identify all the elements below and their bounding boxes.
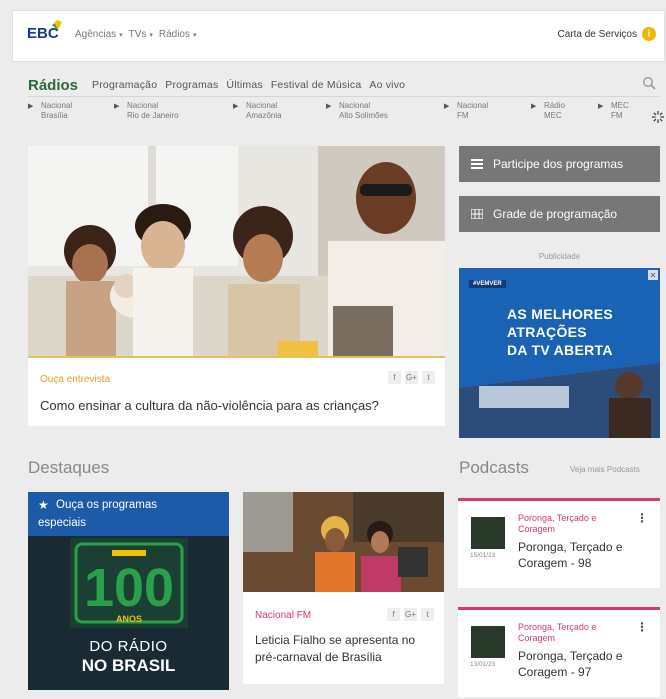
grid-icon xyxy=(471,209,483,219)
card-line-1: DO RÁDIO xyxy=(89,638,168,655)
share-buttons: f G+ t xyxy=(387,608,434,621)
play-icon: ▶ xyxy=(28,103,34,110)
nav-programas[interactable]: Programas xyxy=(165,79,218,91)
play-icon: ▶ xyxy=(114,103,120,110)
ad-label: Publicidade xyxy=(538,252,581,261)
podcast-title[interactable]: Poronga, Terçado e Coragem - 98 xyxy=(518,539,648,571)
section-nav: Rádios Programação Programas Últimas Fes… xyxy=(28,74,660,96)
twitter-icon[interactable]: t xyxy=(422,371,435,384)
story-kicker[interactable]: Ouça entrevista xyxy=(40,374,110,385)
card-line-2: NO BRASIL xyxy=(81,656,176,675)
divider xyxy=(28,96,660,97)
nav-ao-vivo[interactable]: Ao vivo xyxy=(369,79,405,91)
participe-label: Participe dos programas xyxy=(493,157,624,171)
more-options-icon[interactable]: ⋮ xyxy=(636,511,648,525)
more-options-icon[interactable]: ⋮ xyxy=(636,620,648,634)
chevron-down-icon: ▾ xyxy=(117,32,123,39)
grade-label: Grade de programação xyxy=(493,207,618,221)
podcast-card[interactable]: 13/01/23 Poronga, Terçado e Coragem Poro… xyxy=(458,607,660,697)
ad-line-1: AS MELHORES xyxy=(507,306,613,322)
advertisement[interactable]: #VEMVER ✕ AS MELHORES ATRAÇÕES DA TV ABE… xyxy=(459,268,660,438)
chevron-down-icon: ▾ xyxy=(147,32,153,39)
section-title[interactable]: Rádios xyxy=(28,77,78,94)
podcast-thumbnail[interactable] xyxy=(471,517,505,549)
nav-festival[interactable]: Festival de Música xyxy=(271,79,362,91)
logo-leaf-icon xyxy=(52,20,62,30)
ad-tag: #VEMVER xyxy=(469,280,506,288)
card-title-line-2: especiais xyxy=(38,517,86,529)
see-more-podcasts-link[interactable]: Veja mais Podcasts xyxy=(570,465,640,474)
google-plus-icon[interactable]: G+ xyxy=(404,608,417,621)
nav-programacao[interactable]: Programação xyxy=(92,79,157,91)
100-anos-emblem: 100 ANOS xyxy=(70,538,188,628)
destaque-card-radio[interactable]: ★ Ouça os programas especiais 100 ANOS D… xyxy=(28,492,229,690)
main-story-card[interactable]: Ouça entrevista f G+ t Como ensinar a cu… xyxy=(28,146,445,426)
podcast-card[interactable]: 15/01/23 Poronga, Terçado e Coragem Poro… xyxy=(458,498,660,588)
card-title-line-1: Ouça os programas xyxy=(56,499,157,511)
radio-stations-list: ▶ Nacional Brasília ▶ Nacional Rio de Janeir… xyxy=(28,101,629,120)
share-buttons: f G+ t xyxy=(388,371,435,384)
ad-line-3: DA TV ABERTA xyxy=(507,342,613,358)
ebc-logo[interactable]: EBC xyxy=(27,20,62,42)
play-icon: ▶ xyxy=(598,103,604,110)
card-kicker[interactable]: Nacional FM xyxy=(255,610,311,621)
facebook-icon[interactable]: f xyxy=(388,371,401,384)
close-icon[interactable]: ✕ xyxy=(648,270,658,280)
top-nav: Agências ▾ TVs ▾ Rádios ▾ xyxy=(75,29,196,40)
facebook-icon[interactable]: f xyxy=(387,608,400,621)
podcast-title[interactable]: Poronga, Terçado e Coragem - 97 xyxy=(518,648,648,680)
chevron-down-icon: ▾ xyxy=(191,32,197,39)
podcasts-heading: Podcasts xyxy=(459,458,529,477)
story-headline[interactable]: Como ensinar a cultura da não-violência … xyxy=(40,398,379,413)
podcast-date: 15/01/23 xyxy=(470,552,496,559)
100-number: 100 xyxy=(84,558,174,618)
destaques-heading: Destaques xyxy=(28,458,110,477)
podcast-thumbnail[interactable] xyxy=(471,626,505,658)
nav-radios[interactable]: Rádios ▾ xyxy=(159,29,197,40)
card-photo[interactable] xyxy=(243,492,444,592)
nav-agencias[interactable]: Agências ▾ xyxy=(75,29,123,40)
top-bar: EBC Agências ▾ TVs ▾ Rádios ▾ Carta de S… xyxy=(12,10,665,62)
ad-line-2: ATRAÇÕES xyxy=(507,324,587,340)
story-photo[interactable] xyxy=(28,146,445,356)
play-icon: ▶ xyxy=(233,103,239,110)
loading-spinner-icon xyxy=(652,111,664,123)
info-icon: i xyxy=(642,27,656,41)
list-icon xyxy=(471,159,483,169)
podcast-program[interactable]: Poronga, Terçado e Coragem xyxy=(518,513,630,535)
nav-ultimas[interactable]: Últimas xyxy=(226,79,262,91)
play-icon: ▶ xyxy=(326,103,332,110)
star-icon: ★ xyxy=(38,498,49,512)
search-icon[interactable] xyxy=(642,76,656,90)
accent-line xyxy=(28,356,445,358)
grade-button[interactable]: Grade de programação xyxy=(459,196,660,232)
anos-label: ANOS xyxy=(116,614,142,624)
card-headline[interactable]: Leticia Fialho se apresenta no pré-carna… xyxy=(255,632,437,666)
carta-label: Carta de Serviços xyxy=(557,28,637,40)
twitter-icon[interactable]: t xyxy=(421,608,434,621)
participe-button[interactable]: Participe dos programas xyxy=(459,146,660,182)
play-icon: ▶ xyxy=(444,103,450,110)
nav-tvs[interactable]: TVs ▾ xyxy=(129,29,153,40)
carta-de-servicos-link[interactable]: Carta de Serviços i xyxy=(558,27,656,41)
play-icon: ▶ xyxy=(531,103,537,110)
podcast-program[interactable]: Poronga, Terçado e Coragem xyxy=(518,622,630,644)
podcast-date: 13/01/23 xyxy=(470,661,496,668)
google-plus-icon[interactable]: G+ xyxy=(405,371,418,384)
destaque-card-nacional-fm[interactable]: Nacional FM f G+ t Leticia Fialho se apr… xyxy=(243,492,444,684)
